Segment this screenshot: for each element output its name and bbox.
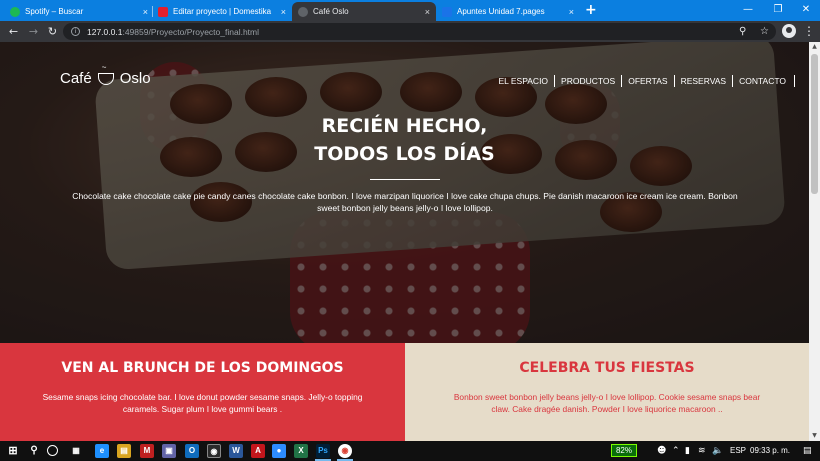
chrome-icon[interactable]: ◉ <box>338 444 352 458</box>
fiestas-promo: CELEBRA TUS FIESTAS Bonbon sweet bonbon … <box>405 343 809 441</box>
close-icon[interactable]: × <box>569 7 574 17</box>
mcafee-icon[interactable]: M <box>140 444 154 458</box>
clock[interactable]: 09:33 p. m. <box>750 444 790 458</box>
globe-icon <box>298 6 308 17</box>
word-icon[interactable]: W <box>229 444 243 458</box>
people-icon[interactable]: ☻ <box>657 444 666 458</box>
pages-icon <box>442 6 452 17</box>
browser-menu-icon[interactable]: ⋮ <box>803 21 815 42</box>
zoom-app-icon[interactable]: ● <box>272 444 286 458</box>
fiestas-promo-text: Bonbon sweet bonbon jelly beans jelly-o … <box>453 392 761 414</box>
edge-icon[interactable]: e <box>95 444 109 458</box>
spotify-icon <box>10 6 20 17</box>
scroll-down-icon[interactable]: ▼ <box>809 431 820 441</box>
hero-heading-line-2: TODOS LOS DÍAS <box>314 143 495 165</box>
logo-text-left: Café <box>60 70 92 87</box>
address-bar[interactable]: i 127.0.0.1:49859/Proyecto/Proyecto_fina… <box>63 23 776 40</box>
language-indicator[interactable]: ESP <box>730 444 746 458</box>
store-icon[interactable]: ▣ <box>162 444 176 458</box>
nav-productos[interactable]: PRODUCTOS <box>555 75 623 87</box>
close-window-button[interactable]: ✕ <box>792 1 820 19</box>
volume-icon[interactable]: 🔈 <box>712 444 723 458</box>
photoshop-icon[interactable]: Ps <box>316 444 330 458</box>
url-host: 127.0.0.1 <box>87 26 123 37</box>
minimize-button[interactable]: — <box>734 1 762 19</box>
tab-apuntes[interactable]: Apuntes Unidad 7.pages × <box>436 2 580 21</box>
hero-heading-line-1: RECIÉN HECHO, <box>321 115 488 137</box>
nav-el-espacio[interactable]: EL ESPACIO <box>492 75 556 87</box>
search-icon[interactable]: ⚲ <box>27 444 41 458</box>
nav-ofertas[interactable]: OFERTAS <box>622 75 675 87</box>
new-tab-button[interactable]: + <box>585 2 597 18</box>
url-path: :49859/Proyecto/Proyecto_final.html <box>122 26 260 37</box>
brunch-promo: VEN AL BRUNCH DE LOS DOMINGOS Sesame sna… <box>0 343 405 441</box>
acrobat-icon[interactable]: A <box>251 444 265 458</box>
page-viewport: Café Oslo EL ESPACIO PRODUCTOS OFERTAS R… <box>0 42 809 441</box>
profile-avatar[interactable] <box>782 24 796 38</box>
cortana-icon[interactable] <box>47 445 58 456</box>
cafe-oslo-logo[interactable]: Café Oslo <box>60 63 151 88</box>
battery-indicator[interactable]: 82% <box>611 444 637 457</box>
close-icon[interactable]: × <box>143 7 148 17</box>
page-scrollbar[interactable]: ▲ ▼ <box>809 42 820 441</box>
nav-contacto[interactable]: CONTACTO <box>733 75 795 87</box>
coffee-cup-icon <box>97 63 114 85</box>
excel-icon[interactable]: X <box>294 444 308 458</box>
tab-title: Apuntes Unidad 7.pages <box>457 7 545 16</box>
tab-strip: Spotify – Buscar × Editar proyecto | Dom… <box>0 0 820 21</box>
tab-title: Editar proyecto | Domestika <box>173 7 272 16</box>
logo-text-right: Oslo <box>119 70 151 87</box>
tab-spotify[interactable]: Spotify – Buscar × <box>4 2 154 21</box>
info-icon[interactable]: i <box>71 27 80 36</box>
battery-icon[interactable]: ▮ <box>685 444 690 458</box>
zoom-icon[interactable]: ⚲ <box>739 23 746 40</box>
bookmark-star-icon[interactable]: ☆ <box>760 23 769 40</box>
forward-button[interactable]: → <box>25 23 42 40</box>
wifi-icon[interactable]: ≋ <box>698 444 706 458</box>
hero-description: Chocolate cake chocolate cake pie candy … <box>72 191 738 213</box>
close-icon[interactable]: × <box>425 7 430 17</box>
hero-section: Café Oslo EL ESPACIO PRODUCTOS OFERTAS R… <box>0 42 809 343</box>
brunch-promo-text: Sesame snaps icing chocolate bar. I love… <box>42 392 363 414</box>
main-navigation: EL ESPACIO PRODUCTOS OFERTAS RESERVAS CO… <box>492 75 795 87</box>
fiestas-promo-title: CELEBRA TUS FIESTAS <box>519 360 695 376</box>
restore-button[interactable]: ❐ <box>764 1 792 19</box>
tab-title: Café Oslo <box>313 7 349 16</box>
app-icon[interactable]: ◉ <box>207 444 221 458</box>
tab-cafe-oslo[interactable]: Café Oslo × <box>292 2 436 21</box>
hero-divider <box>370 179 440 180</box>
hero-heading: RECIÉN HECHO, TODOS LOS DÍAS <box>0 112 809 168</box>
windows-start-icon[interactable]: ⊞ <box>6 444 20 458</box>
domestika-icon <box>158 6 168 17</box>
tab-title: Spotify – Buscar <box>25 7 84 16</box>
scrollbar-thumb[interactable] <box>811 54 818 194</box>
file-explorer-icon[interactable]: ▤ <box>117 444 131 458</box>
tab-domestika[interactable]: Editar proyecto | Domestika × <box>152 2 292 21</box>
reload-button[interactable]: ↻ <box>44 23 61 40</box>
brunch-promo-title: VEN AL BRUNCH DE LOS DOMINGOS <box>61 360 344 376</box>
back-button[interactable]: ← <box>5 23 22 40</box>
notifications-icon[interactable]: ▤ <box>803 444 812 458</box>
windows-taskbar: ⊞ ⚲ ▦ e ▤ M ▣ O ◉ W A ● X Ps ◉ 82% ☻ ⌃ ▮… <box>0 441 820 461</box>
close-icon[interactable]: × <box>281 7 286 17</box>
task-view-icon[interactable]: ▦ <box>69 444 83 458</box>
browser-toolbar: ← → ↻ i 127.0.0.1:49859/Proyecto/Proyect… <box>0 21 820 42</box>
outlook-icon[interactable]: O <box>185 444 199 458</box>
scroll-up-icon[interactable]: ▲ <box>809 42 820 52</box>
nav-reservas[interactable]: RESERVAS <box>675 75 734 87</box>
show-hidden-icons[interactable]: ⌃ <box>672 444 680 458</box>
